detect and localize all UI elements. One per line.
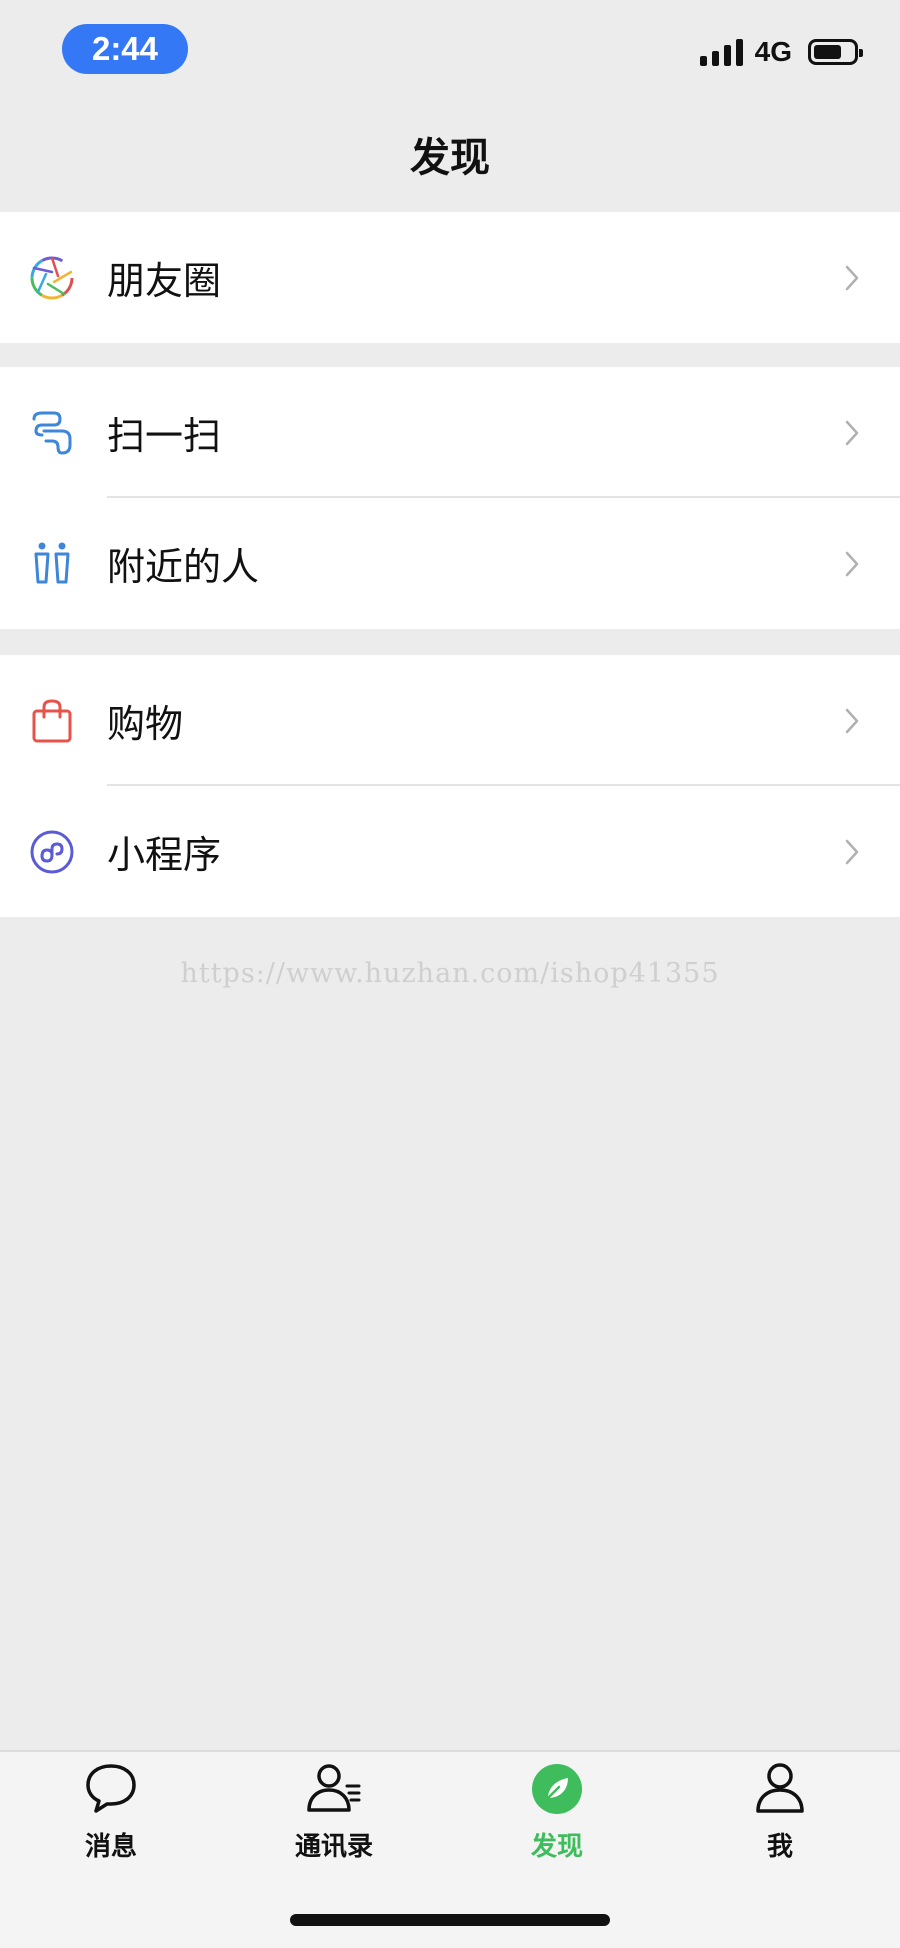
scan-icon: [32, 411, 72, 455]
battery-fill: [814, 45, 841, 59]
status-bar: 2:44 4G: [0, 0, 900, 100]
tab-discover[interactable]: 发现: [477, 1760, 637, 1870]
home-indicator[interactable]: [290, 1914, 610, 1926]
menu-item-moments[interactable]: 朋友圈: [0, 212, 900, 343]
chevron-right-icon: [845, 420, 859, 445]
chat-bubble-icon: [86, 1764, 136, 1813]
tab-me[interactable]: 我: [700, 1760, 860, 1870]
status-time: 2:44: [62, 24, 188, 74]
chevron-right-icon: [845, 839, 859, 864]
tab-messages[interactable]: 消息: [31, 1760, 191, 1870]
moments-aperture-icon: [30, 256, 74, 299]
menu-group-2: 扫一扫 附近的人: [0, 367, 900, 629]
tab-label: 我: [766, 1832, 793, 1862]
tab-label: 发现: [530, 1832, 583, 1862]
menu-item-scan[interactable]: 扫一扫: [0, 367, 900, 498]
mini-program-icon: [30, 830, 74, 873]
chevron-right-icon: [845, 708, 859, 733]
menu-group-1: 朋友圈: [0, 212, 900, 343]
person-icon: [756, 1763, 804, 1813]
menu-item-mini-program[interactable]: 小程序: [0, 786, 900, 917]
menu-item-label: 小程序: [107, 833, 222, 877]
status-indicators: 4G: [699, 36, 863, 68]
page-title: 发现: [410, 135, 490, 181]
battery-icon: [808, 39, 863, 65]
shopping-bag-icon: [32, 698, 72, 742]
watermark-text: https://www.huzhan.com/ishop41355: [180, 958, 720, 989]
network-type: 4G: [754, 36, 792, 67]
tab-label: 消息: [84, 1832, 137, 1862]
menu-item-label: 购物: [107, 702, 184, 746]
menu-item-label: 朋友圈: [107, 259, 222, 303]
signal-strength-icon: [699, 38, 743, 66]
menu-item-shopping[interactable]: 购物: [0, 655, 900, 786]
menu-item-nearby-people[interactable]: 附近的人: [0, 498, 900, 629]
contacts-icon: [307, 1764, 361, 1812]
tab-contacts[interactable]: 通讯录: [254, 1760, 414, 1870]
menu-group-3: 购物 小程序: [0, 655, 900, 917]
nearby-people-icon: [34, 542, 70, 583]
battery-cap: [859, 49, 863, 57]
chevron-right-icon: [845, 265, 859, 290]
chevron-right-icon: [845, 551, 859, 576]
compass-icon: [532, 1764, 582, 1814]
tab-label: 通讯录: [294, 1832, 373, 1862]
menu-item-label: 附近的人: [107, 545, 260, 589]
menu-item-label: 扫一扫: [107, 414, 222, 458]
